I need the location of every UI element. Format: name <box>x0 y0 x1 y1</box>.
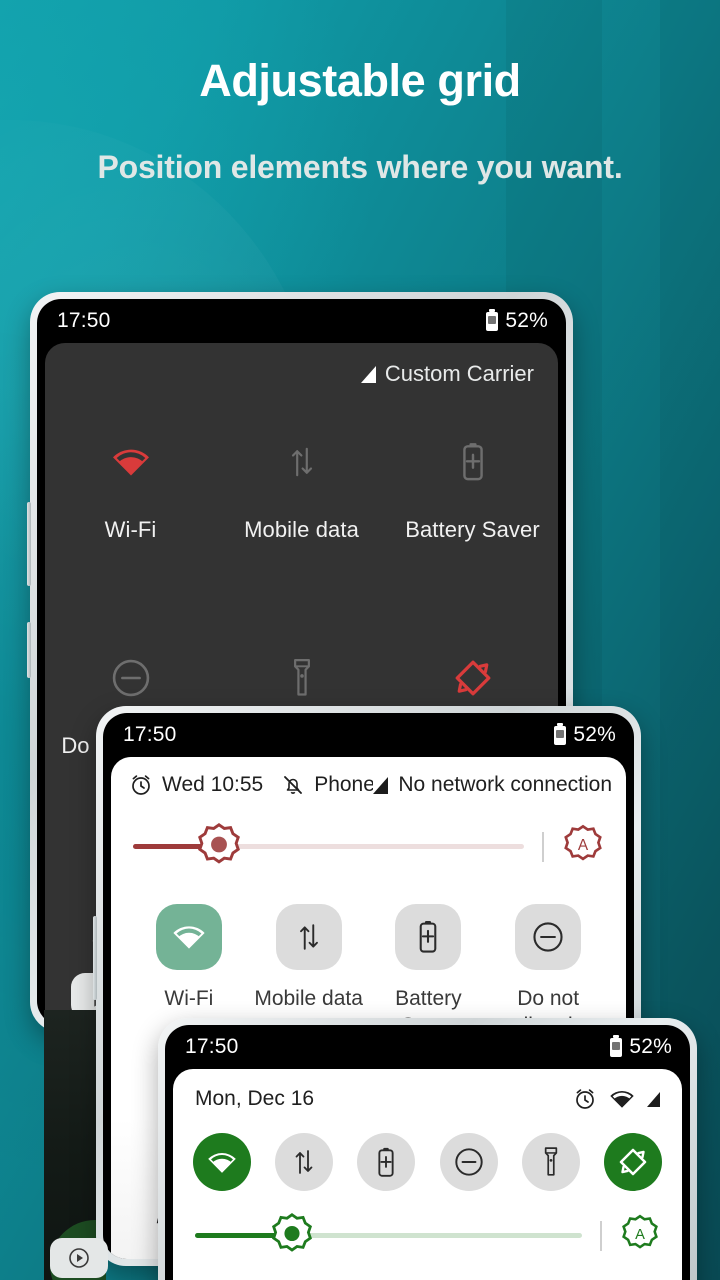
status-right: 52% <box>486 308 548 333</box>
battery-icon <box>610 1034 623 1057</box>
tile-battery-saver[interactable] <box>357 1133 416 1191</box>
mobile-data-icon <box>299 924 318 950</box>
mobile-data-icon <box>216 439 387 485</box>
auto-brightness-icon: A <box>564 824 602 861</box>
tile-button[interactable] <box>515 904 582 970</box>
brightness-slider-thumb[interactable] <box>197 822 241 871</box>
promo-screenshot: Adjustable grid Position elements where … <box>0 0 720 1280</box>
mobile-data-icon <box>295 1150 313 1174</box>
wifi-icon <box>45 439 216 485</box>
phone-side-button-volume[interactable] <box>27 502 31 586</box>
tile-button[interactable] <box>275 904 342 970</box>
flashlight-icon <box>544 1147 557 1176</box>
brightness-slider[interactable] <box>133 822 524 864</box>
network-label: No network connection <box>398 773 612 796</box>
status-time: 17:50 <box>185 1035 239 1058</box>
battery-icon <box>486 308 499 331</box>
tile-label: Mobile data <box>254 987 363 1010</box>
tile-label: Mobile data <box>244 517 359 542</box>
battery-percent: 52% <box>629 1035 672 1058</box>
tile-row <box>173 1111 682 1191</box>
do-not-disturb-icon <box>454 1148 483 1176</box>
slider-divider <box>542 831 544 862</box>
status-bar: 17:50 52% <box>165 1025 690 1069</box>
battery-saver-icon <box>387 439 558 485</box>
tile-label: Wi-Fi <box>164 987 214 1010</box>
carrier-row: Custom Carrier <box>45 343 558 387</box>
svg-text:A: A <box>578 837 589 854</box>
phone-compact: 17:50 52% Mon, Dec 16 A <box>158 1018 697 1280</box>
wifi-icon <box>208 1152 236 1173</box>
status-right: 52% <box>610 1034 672 1059</box>
status-chip-row: Wed 10:55 Phone muted No network connect… <box>111 757 626 797</box>
alarm-icon <box>132 775 150 795</box>
status-time: 17:50 <box>57 309 111 332</box>
carrier-label: Custom Carrier <box>384 361 534 386</box>
mute-chip[interactable]: Phone muted <box>281 773 373 797</box>
page-subtitle: Position elements where you want. <box>97 149 623 186</box>
header-icons <box>573 1087 660 1111</box>
flashlight-icon <box>216 655 387 701</box>
tile-label: Wi-Fi <box>104 517 157 542</box>
auto-brightness-button[interactable]: A <box>562 823 604 870</box>
signal-icon <box>647 1091 660 1107</box>
tile-mobile-data[interactable] <box>275 1133 334 1191</box>
brightness-slider-thumb[interactable] <box>271 1212 313 1259</box>
page-title: Adjustable grid <box>199 55 521 106</box>
battery-saver-icon <box>378 1147 394 1177</box>
promo-header: Adjustable grid Position elements where … <box>0 55 720 191</box>
tile-do-not-disturb[interactable] <box>439 1133 498 1191</box>
brightness-row: A <box>173 1191 682 1258</box>
date-label: Mon, Dec 16 <box>195 1087 315 1110</box>
phone-side-button-volume[interactable] <box>93 916 97 1000</box>
tile-wifi[interactable]: Wi-Fi <box>45 439 216 543</box>
play-icon <box>69 1248 89 1268</box>
brightness-row: A <box>111 797 626 870</box>
signal-icon <box>360 365 376 383</box>
battery-percent: 52% <box>505 309 548 332</box>
status-chips-left: Wed 10:55 Phone muted <box>129 773 373 797</box>
alarm-icon <box>576 1089 594 1109</box>
auto-brightness-button[interactable]: A <box>620 1213 660 1258</box>
tile-auto-rotate[interactable] <box>603 1133 662 1191</box>
slider-divider <box>600 1220 602 1251</box>
compact-header: Mon, Dec 16 <box>173 1069 682 1111</box>
wifi-icon <box>173 926 205 949</box>
tile-wifi[interactable] <box>193 1133 251 1191</box>
tile-grid: Wi-Fi Mobile data Battery Saver <box>111 870 626 1040</box>
auto-rotate-icon <box>619 1148 647 1176</box>
alarm-chip[interactable]: Wed 10:55 <box>129 773 263 797</box>
auto-rotate-icon <box>387 655 558 701</box>
status-right: 52% <box>554 722 616 747</box>
tile-flashlight[interactable] <box>521 1133 580 1191</box>
svg-text:A: A <box>635 1227 645 1243</box>
tile-grid: Wi-Fi Mobile data Battery Saver <box>45 387 558 759</box>
battery-saver-icon <box>420 920 437 953</box>
battery-percent: 52% <box>573 723 616 746</box>
tile-button[interactable] <box>395 904 462 970</box>
tile-label: Battery Saver <box>405 517 540 542</box>
do-not-disturb-icon <box>45 655 216 701</box>
signal-icon <box>373 776 389 794</box>
quick-settings-panel-compact: Mon, Dec 16 A <box>173 1069 682 1280</box>
phone-compact-screen: 17:50 52% Mon, Dec 16 A <box>165 1025 690 1280</box>
tile-battery-saver[interactable]: Battery Saver <box>387 439 558 543</box>
phone-side-button-power[interactable] <box>27 622 31 678</box>
tile-mobile-data[interactable]: Mobile data <box>216 439 387 543</box>
alarm-label: Wed 10:55 <box>162 773 264 796</box>
tile-button[interactable] <box>155 904 222 970</box>
status-chips-right[interactable]: No network connection <box>373 773 612 797</box>
auto-brightness-icon: A <box>622 1214 658 1249</box>
bell-off-icon <box>284 776 303 794</box>
status-bar: 17:50 52% <box>103 713 634 757</box>
do-not-disturb-icon <box>533 922 563 952</box>
wallpaper-media-chip[interactable] <box>50 1238 108 1278</box>
wifi-icon <box>610 1090 634 1108</box>
status-time: 17:50 <box>123 723 177 746</box>
mute-label: Phone muted <box>314 773 374 796</box>
brightness-slider[interactable] <box>195 1212 582 1252</box>
battery-icon <box>554 722 567 745</box>
status-bar: 17:50 52% <box>37 299 566 343</box>
